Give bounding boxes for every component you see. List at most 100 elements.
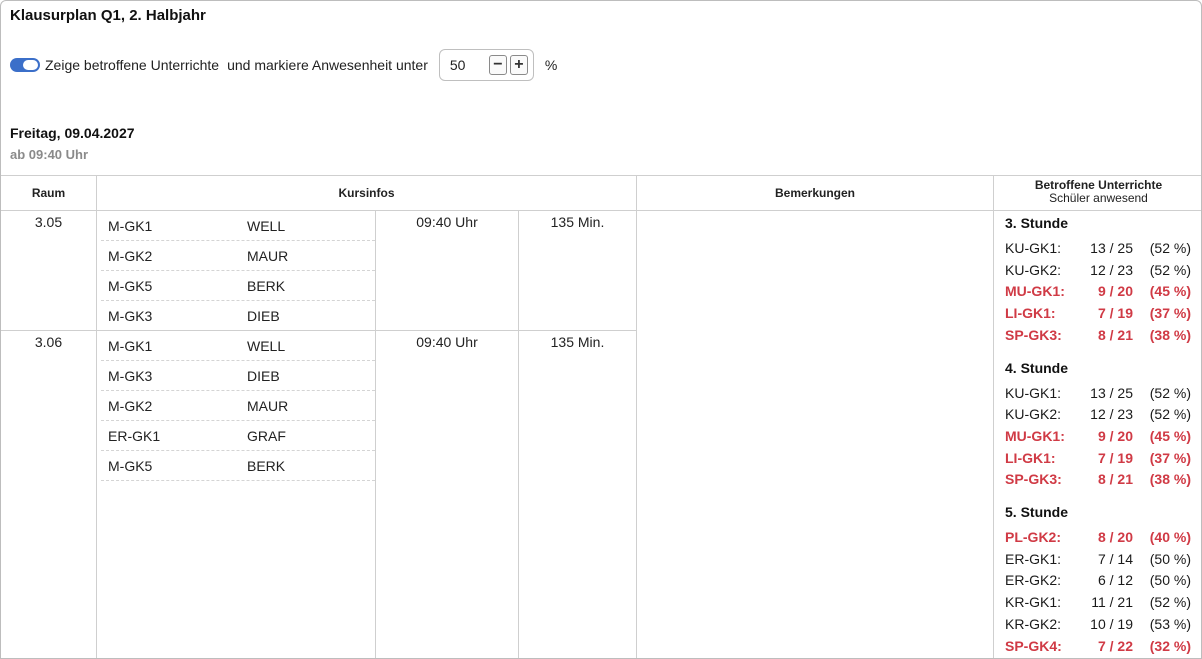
- attendance-count: 8 / 21: [1097, 471, 1133, 488]
- course-name: ER-GK1: [108, 428, 161, 444]
- exam-start-time: ab 09:40 Uhr: [10, 147, 89, 162]
- affected-course-row: SP-GK4: 7 / 22 (32 %): [1005, 638, 1191, 658]
- toggle-knob: [23, 60, 38, 70]
- affected-course: KR-GK2:: [1005, 615, 1062, 632]
- attendance-percent: (50 %): [1149, 550, 1191, 567]
- course-separator: [101, 300, 375, 301]
- affected-course-row: KU-GK1: 13 / 25 (52 %): [1005, 240, 1191, 260]
- course-separator: [101, 390, 375, 391]
- affected-course: SP-GK4:: [1005, 637, 1062, 654]
- room-number: 3.05: [34, 214, 63, 230]
- threshold-stepper[interactable]: 50 − +: [438, 49, 534, 81]
- lesson-period-title: 5. Stunde: [1005, 504, 1069, 520]
- threshold-input[interactable]: 50: [450, 57, 486, 73]
- affected-course-row: MU-GK1: 9 / 20 (45 %): [1005, 283, 1191, 303]
- course-name: M-GK5: [108, 278, 153, 294]
- teacher-code: GRAF: [247, 428, 286, 444]
- attendance-percent: (45 %): [1149, 283, 1191, 300]
- page-title: Klausurplan Q1, 2. Halbjahr: [10, 7, 206, 24]
- room-number: 3.06: [34, 334, 63, 350]
- attendance-count: 7 / 19: [1097, 305, 1133, 322]
- course-name: M-GK5: [108, 458, 153, 474]
- lesson-period-title: 3. Stunde: [1005, 215, 1069, 231]
- col-divider: [96, 175, 97, 658]
- affected-course: ER-GK2:: [1005, 572, 1062, 589]
- teacher-code: DIEB: [247, 308, 280, 324]
- attendance-count: 9 / 20: [1097, 283, 1133, 300]
- header-raum: Raum: [31, 185, 66, 200]
- attendance-percent: (37 %): [1149, 305, 1191, 322]
- course-separator: [101, 420, 375, 421]
- filter-controls: Zeige betroffene Unterrichte und markier…: [10, 49, 557, 81]
- teacher-code: BERK: [247, 458, 286, 474]
- affected-course-row: KR-GK1: 11 / 21 (52 %): [1005, 594, 1191, 614]
- attendance-percent: (52 %): [1149, 240, 1191, 256]
- attendance-count: 7 / 22: [1097, 637, 1133, 654]
- course-name: M-GK2: [108, 398, 153, 414]
- attendance-count: 10 / 19: [1090, 615, 1133, 632]
- course-separator: [101, 360, 375, 361]
- affected-course-row: LI-GK1: 7 / 19 (37 %): [1005, 450, 1191, 470]
- lesson-period-title: 4. Stunde: [1005, 359, 1069, 376]
- teacher-code: MAUR: [247, 248, 289, 264]
- col-divider: [993, 175, 994, 658]
- attendance-count: 8 / 20: [1097, 529, 1133, 545]
- attendance-count: 12 / 23: [1090, 261, 1133, 278]
- attendance-count: 13 / 25: [1090, 384, 1133, 401]
- affected-course-row: SP-GK3: 8 / 21 (38 %): [1005, 327, 1191, 347]
- affected-course-row: ER-GK2: 6 / 12 (50 %): [1005, 572, 1191, 592]
- course-name: M-GK3: [108, 308, 153, 324]
- affected-course-row: KU-GK1: 13 / 25 (52 %): [1005, 385, 1191, 405]
- threshold-label: und markiere Anwesenheit unter: [227, 57, 428, 73]
- attendance-count: 6 / 12: [1097, 572, 1133, 589]
- exam-table: Raum Kursinfos Bemerkungen Betroffene Un…: [1, 175, 1201, 658]
- attendance-count: 9 / 20: [1097, 427, 1133, 444]
- affected-course-row: ER-GK1: 7 / 14 (50 %): [1005, 551, 1191, 571]
- exam-date: Freitag, 09.04.2027: [10, 125, 135, 141]
- show-affected-toggle[interactable]: [10, 58, 40, 72]
- attendance-count: 7 / 14: [1097, 550, 1133, 567]
- attendance-percent: (52 %): [1149, 594, 1191, 611]
- course-separator: [101, 270, 375, 271]
- attendance-percent: (37 %): [1149, 449, 1191, 466]
- affected-course: ER-GK1:: [1005, 550, 1062, 567]
- toggle-label[interactable]: Zeige betroffene Unterrichte: [45, 57, 219, 73]
- course-separator: [101, 480, 375, 481]
- attendance-count: 11 / 21: [1091, 594, 1133, 611]
- affected-course: KR-GK1:: [1005, 594, 1062, 611]
- affected-course: SP-GK3:: [1005, 326, 1062, 343]
- col-divider: [375, 210, 376, 658]
- room-divider: [1, 330, 636, 331]
- header-bemerkungen: Bemerkungen: [774, 185, 856, 200]
- teacher-code: BERK: [247, 278, 286, 294]
- attendance-percent: (52 %): [1149, 406, 1191, 423]
- attendance-percent: (38 %): [1149, 471, 1191, 488]
- affected-course-row: PL-GK2: 8 / 20 (40 %): [1005, 529, 1191, 549]
- col-divider: [518, 210, 519, 658]
- attendance-count: 8 / 21: [1097, 326, 1133, 343]
- affected-course: SP-GK3:: [1005, 471, 1062, 488]
- header-kursinfos: Kursinfos: [338, 185, 395, 200]
- header-betroffen: Betroffene Unterrichte Schüler anwesend: [994, 179, 1201, 207]
- attendance-percent: (38 %): [1149, 326, 1191, 343]
- attendance-percent: (50 %): [1149, 572, 1191, 589]
- window: Klausurplan Q1, 2. Halbjahr Zeige betrof…: [0, 0, 1202, 659]
- increment-button[interactable]: +: [509, 55, 528, 75]
- affected-course: KU-GK1:: [1005, 384, 1062, 401]
- affected-course-row: KU-GK2: 12 / 23 (52 %): [1005, 262, 1191, 282]
- decrement-button[interactable]: −: [488, 55, 507, 75]
- attendance-percent: (45 %): [1149, 427, 1191, 444]
- course-name: M-GK1: [108, 218, 153, 234]
- course-name: M-GK1: [108, 338, 153, 354]
- attendance-percent: (53 %): [1149, 615, 1191, 632]
- attendance-count: 7 / 19: [1097, 449, 1133, 466]
- exam-time: 09:40 Uhr: [416, 334, 478, 350]
- affected-course: LI-GK1:: [1005, 305, 1056, 322]
- exam-time: 09:40 Uhr: [416, 214, 478, 230]
- attendance-percent: (32 %): [1149, 637, 1191, 654]
- affected-course-row: KU-GK2: 12 / 23 (52 %): [1005, 406, 1191, 426]
- affected-course: MU-GK1:: [1005, 283, 1065, 300]
- teacher-code: DIEB: [247, 368, 280, 384]
- affected-course: KU-GK2:: [1005, 406, 1062, 423]
- attendance-percent: (52 %): [1149, 261, 1191, 278]
